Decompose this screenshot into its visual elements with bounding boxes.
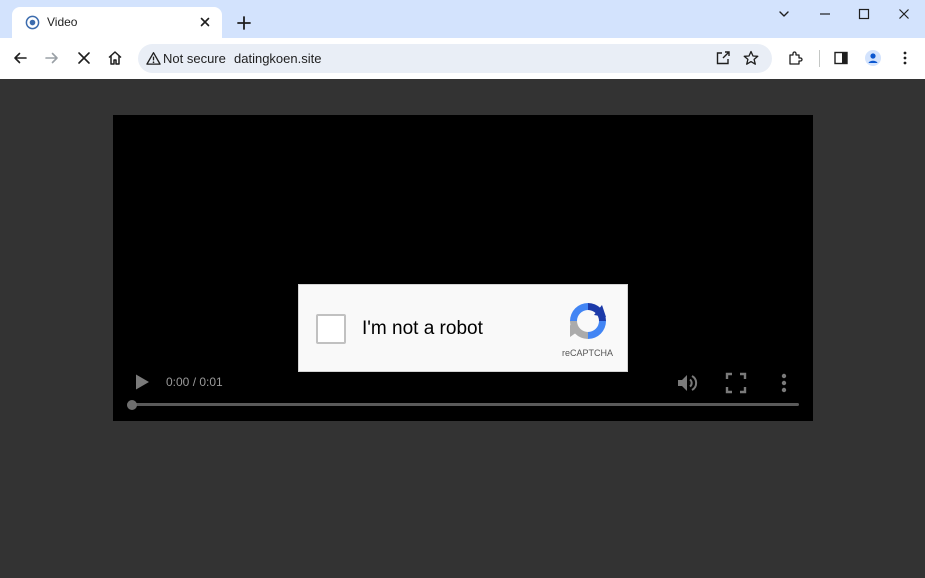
- side-panel-button[interactable]: [829, 46, 853, 70]
- security-label: Not secure: [163, 51, 226, 66]
- maximize-icon: [858, 8, 870, 20]
- forward-arrow-icon: [45, 52, 58, 64]
- tab-search-button[interactable]: [769, 4, 799, 24]
- extensions-button[interactable]: [783, 46, 807, 70]
- browser-toolbar: Not secure datingkoen.site: [0, 38, 925, 79]
- new-tab-button[interactable]: [232, 11, 256, 35]
- tab-strip: Video: [0, 0, 925, 38]
- warning-icon: [146, 52, 161, 65]
- tab-title: Video: [47, 15, 78, 29]
- back-arrow-icon: [14, 52, 27, 64]
- close-icon[interactable]: [197, 14, 213, 30]
- home-button[interactable]: [103, 46, 127, 70]
- recaptcha-brand: reCAPTCHA: [562, 348, 614, 358]
- minimize-icon: [820, 13, 830, 15]
- side-panel-icon: [834, 51, 848, 65]
- security-indicator[interactable]: Not secure: [142, 47, 226, 70]
- recaptcha-widget: I'm not a robot reCAPTCHA: [298, 284, 628, 372]
- seek-bar[interactable]: [131, 403, 799, 406]
- profile-icon: [865, 50, 881, 66]
- address-bar[interactable]: Not secure datingkoen.site: [138, 44, 772, 73]
- plus-icon: [237, 16, 251, 30]
- stop-icon: [78, 52, 90, 64]
- share-icon[interactable]: [715, 50, 731, 66]
- checkbox-label: I'm not a robot: [362, 318, 483, 339]
- home-icon: [108, 51, 122, 65]
- time-display: 0:00 / 0:01: [166, 375, 223, 389]
- star-icon[interactable]: [743, 50, 759, 66]
- play-icon[interactable]: [133, 373, 151, 391]
- video-player[interactable]: 0:00 / 0:01: [113, 115, 813, 421]
- window-close-button[interactable]: [889, 4, 919, 24]
- more-options-icon[interactable]: [776, 371, 792, 395]
- back-button[interactable]: [8, 46, 32, 70]
- browser-menu-button[interactable]: [893, 46, 917, 70]
- maximize-button[interactable]: [849, 4, 879, 24]
- window-close-icon: [899, 9, 909, 19]
- stop-loading-button[interactable]: [72, 46, 96, 70]
- seek-thumb[interactable]: [127, 400, 137, 410]
- forward-button[interactable]: [40, 46, 64, 70]
- minimize-button[interactable]: [810, 4, 840, 24]
- extensions-icon: [789, 51, 803, 65]
- tab-video[interactable]: Video: [12, 7, 222, 38]
- recaptcha-logo-icon: [570, 303, 606, 339]
- toolbar-divider: [819, 50, 820, 67]
- fullscreen-icon[interactable]: [725, 372, 747, 394]
- volume-icon[interactable]: [675, 371, 699, 395]
- robot-checkbox[interactable]: [316, 314, 346, 344]
- chevron-down-icon: [779, 11, 789, 17]
- profile-button[interactable]: [861, 46, 885, 70]
- menu-kebab-icon: [903, 51, 907, 65]
- favicon-icon: [25, 15, 40, 30]
- url-text[interactable]: datingkoen.site: [234, 51, 321, 66]
